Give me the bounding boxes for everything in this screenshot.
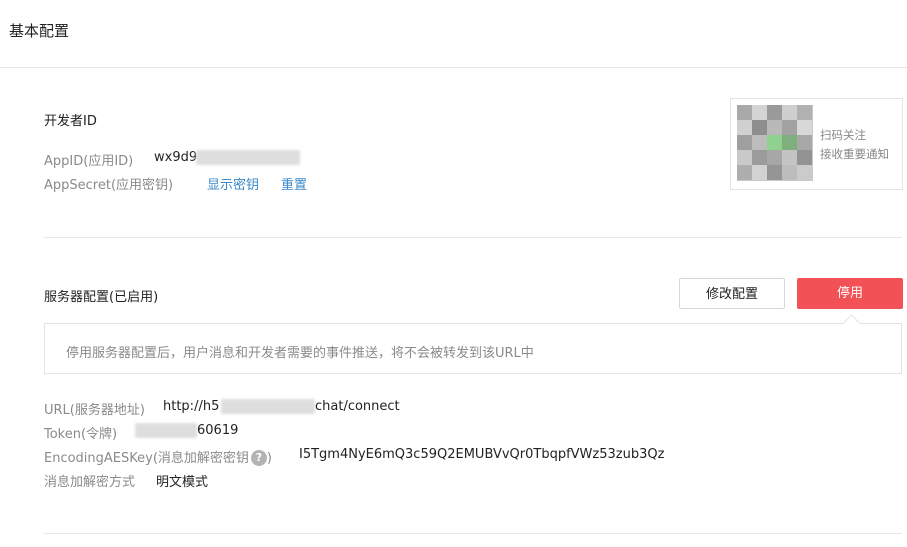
stop-server-button[interactable]: 停用 [797,278,903,309]
appsecret-label: AppSecret(应用密钥) [44,178,174,193]
token-redacted [135,423,197,438]
aes-label-text: EncodingAESKey(消息加解密密钥 [44,451,249,466]
qr-line-2: 接收重要通知 [820,147,889,161]
mode-label: 消息加解密方式 [44,475,136,490]
header-divider [0,67,907,68]
server-section-title: 服务器配置(已启用) [44,290,159,305]
appid-label: AppID(应用ID) [44,154,134,169]
token-label: Token(令牌) [44,427,118,442]
url-redacted [221,399,315,414]
reset-secret-link[interactable]: 重置 [281,174,307,193]
stop-tip-box: 停用服务器配置后，用户消息和开发者需要的事件推送，将不会被转发到该URL中 [44,314,902,374]
page-title: 基本配置 [9,22,70,40]
aes-label: EncodingAESKey(消息加解密密钥?) [44,447,272,466]
show-secret-link[interactable]: 显示密钥 [207,174,259,193]
aes-label-close: ) [266,451,272,466]
section-divider [44,237,902,238]
modify-config-button[interactable]: 修改配置 [679,278,785,309]
help-icon[interactable]: ? [250,450,267,466]
bottom-divider [44,533,902,534]
aes-key-value: I5Tgm4NyE6mQ3c59Q2EMUBVvQr0TbqpfVWz53zub… [299,447,665,462]
appid-value: wx9d9 [154,150,198,165]
appid-redacted [196,150,300,165]
url-label: URL(服务器地址) [44,403,145,418]
token-value-suffix: 60619 [197,423,239,438]
stop-tip-text: 停用服务器配置后，用户消息和开发者需要的事件推送，将不会被转发到该URL中 [66,346,534,361]
qr-line-1: 扫码关注 [820,128,866,142]
qr-code-image [737,105,813,181]
url-value-prefix: http://h5 [163,399,220,414]
qr-card: 扫码关注 接收重要通知 [730,98,903,190]
tip-arrow [842,314,861,333]
developer-section-title: 开发者ID [44,114,97,129]
mode-value: 明文模式 [156,475,209,490]
url-value-suffix: chat/connect [315,399,400,414]
